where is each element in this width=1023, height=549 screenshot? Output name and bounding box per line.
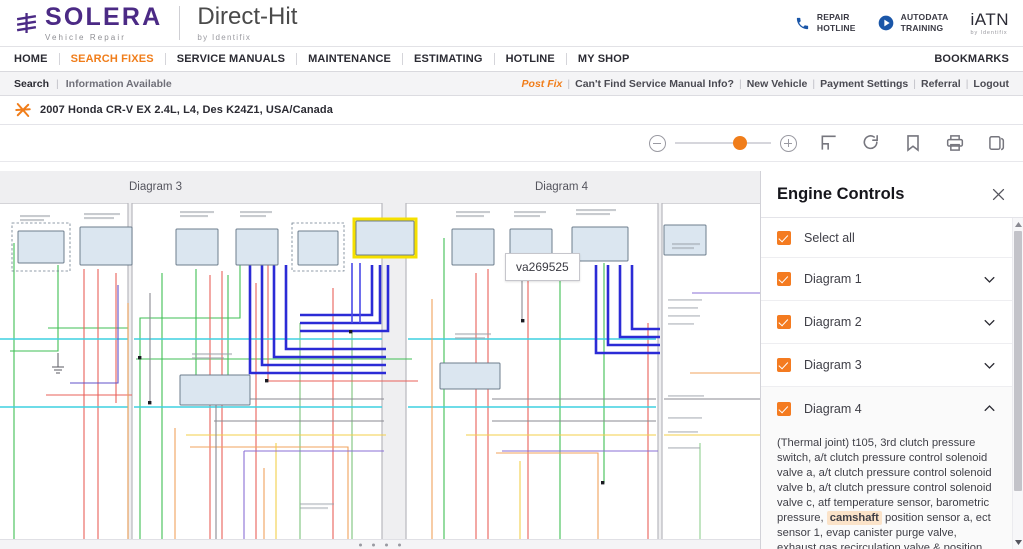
diagram-viewer[interactable]: Diagram 3 Diagram 4 (0, 171, 760, 549)
diagram-4-title: Diagram 4 (535, 181, 588, 193)
scroll-up-arrow[interactable] (1013, 218, 1023, 231)
solera-mark-icon (14, 10, 40, 36)
cant-find-service-manual-link[interactable]: Can't Find Service Manual Info? (575, 78, 734, 90)
chevron-up-icon[interactable] (983, 402, 996, 415)
sub-navigation: Search | Information Available Post Fix … (0, 72, 1023, 96)
panel-scrollbar[interactable] (1012, 218, 1023, 549)
autodata-training-button[interactable]: AUTODATATRAINING (878, 12, 949, 34)
logout-link[interactable]: Logout (973, 78, 1009, 90)
phone-icon (795, 16, 810, 31)
diagram-3-row[interactable]: Diagram 3 (761, 344, 1012, 387)
payment-settings-link[interactable]: Payment Settings (820, 78, 908, 90)
diagram-canvas[interactable] (0, 203, 760, 539)
select-all-row[interactable]: Select all (761, 218, 1012, 258)
nav-item-estimating[interactable]: ESTIMATING (403, 53, 495, 65)
diagram-4-label: Diagram 4 (804, 402, 983, 416)
caret-up-icon (1015, 222, 1022, 227)
nav-item-home[interactable]: HOME (14, 53, 60, 65)
sub-nav-left: Search | Information Available (14, 78, 172, 90)
copy-layers-icon[interactable] (987, 133, 1007, 153)
nav-item-service-manuals[interactable]: SERVICE MANUALS (166, 53, 297, 65)
play-circle-icon (878, 15, 894, 31)
nav-item-maintenance[interactable]: MAINTENANCE (297, 53, 403, 65)
panel-title: Engine Controls (777, 185, 990, 204)
zoom-in-icon[interactable] (780, 135, 797, 152)
chevron-down-icon[interactable] (983, 359, 996, 372)
diagram-1-checkbox[interactable] (777, 272, 791, 286)
diagram-4-description: (Thermal joint) t105, 3rd clutch pressur… (761, 430, 1012, 549)
chevron-down-icon[interactable] (983, 316, 996, 329)
iatn-name: iATN (970, 11, 1009, 28)
diagram-3-checkbox[interactable] (777, 358, 791, 372)
repair-hotline-label: REPAIRHOTLINE (817, 12, 856, 34)
select-all-label: Select all (804, 231, 996, 245)
zoom-control (649, 135, 797, 152)
wiring-diagram-svg (0, 203, 760, 539)
diagram-3-title: Diagram 3 (129, 181, 182, 193)
description-part-1: (Thermal joint) t105, 3rd clutch pressur… (777, 437, 992, 524)
diagram-title-bar: Diagram 3 Diagram 4 (0, 171, 760, 203)
main-content: Diagram 3 Diagram 4 (0, 171, 1023, 549)
diagram-1-row[interactable]: Diagram 1 (761, 258, 1012, 301)
product-tagline: by Identifix (197, 33, 297, 42)
diagram-2-checkbox[interactable] (777, 315, 791, 329)
fit-to-screen-icon[interactable] (819, 133, 839, 153)
engine-controls-panel: Engine Controls Select all Diagram 1 (760, 171, 1023, 549)
product-logo[interactable]: Direct-Hit by Identifix (197, 5, 297, 42)
rotate-icon[interactable] (861, 133, 881, 153)
product-name: Direct-Hit (197, 5, 297, 29)
search-breadcrumb[interactable]: Search (14, 78, 49, 90)
print-icon[interactable] (945, 133, 965, 153)
bookmark-icon[interactable] (903, 133, 923, 153)
main-nav-list: HOME SEARCH FIXES SERVICE MANUALS MAINTE… (14, 53, 640, 65)
nav-item-hotline[interactable]: HOTLINE (495, 53, 567, 65)
brand-tagline: Vehicle Repair (45, 33, 162, 42)
referral-link[interactable]: Referral (921, 78, 961, 90)
panel-scrollbar-thumb[interactable] (1014, 231, 1022, 491)
header-divider (179, 6, 180, 40)
post-fix-link[interactable]: Post Fix (522, 78, 563, 90)
scroll-down-arrow[interactable] (1013, 536, 1023, 549)
zoom-slider[interactable] (675, 142, 771, 144)
close-icon[interactable] (990, 186, 1007, 203)
vehicle-description: 2007 Honda CR-V EX 2.4L, L4, Des K24Z1, … (40, 104, 333, 116)
nav-item-my-shop[interactable]: MY SHOP (567, 53, 641, 65)
header-actions: REPAIRHOTLINE AUTODATATRAINING iATN by I… (795, 0, 1009, 46)
horizontal-scrollbar[interactable] (0, 539, 760, 549)
viewer-toolbar (0, 125, 1023, 162)
nav-item-search-fixes[interactable]: SEARCH FIXES (60, 53, 166, 65)
diagram-4-row[interactable]: Diagram 4 (761, 387, 1012, 430)
diagram-1-label: Diagram 1 (804, 272, 983, 286)
toolbar-buttons (819, 133, 1007, 153)
diagram-3-label: Diagram 3 (804, 358, 983, 372)
bookmarks-link[interactable]: BOOKMARKS (934, 53, 1009, 65)
diagram-2-label: Diagram 2 (804, 315, 983, 329)
new-vehicle-link[interactable]: New Vehicle (747, 78, 808, 90)
diagram-4-checkbox[interactable] (777, 402, 791, 416)
breadcrumb-separator: | (56, 78, 59, 90)
description-highlight: camshaft (827, 511, 882, 525)
app-header: SOLERA Vehicle Repair Direct-Hit by Iden… (0, 0, 1023, 46)
iatn-logo[interactable]: iATN by Identifix (970, 11, 1009, 36)
vehicle-info-row: 2007 Honda CR-V EX 2.4L, L4, Des K24Z1, … (0, 96, 1023, 125)
zoom-slider-thumb[interactable] (733, 136, 747, 150)
vehicle-x-icon (14, 101, 32, 119)
main-navigation: HOME SEARCH FIXES SERVICE MANUALS MAINTE… (0, 46, 1023, 72)
chevron-down-icon[interactable] (983, 273, 996, 286)
brand-logo[interactable]: SOLERA Vehicle Repair (14, 5, 162, 42)
select-all-checkbox[interactable] (777, 231, 791, 245)
caret-down-icon (1015, 540, 1022, 545)
panel-header: Engine Controls (761, 171, 1023, 218)
brand-name: SOLERA (45, 5, 162, 30)
diagram-2-row[interactable]: Diagram 2 (761, 301, 1012, 344)
panel-body[interactable]: Select all Diagram 1 Diagram 2 Diagram 3 (761, 218, 1023, 549)
repair-hotline-button[interactable]: REPAIRHOTLINE (795, 12, 856, 34)
horizontal-scrollbar-grip[interactable] (359, 543, 401, 546)
information-available-link[interactable]: Information Available (66, 78, 172, 90)
sub-nav-right: Post Fix | Can't Find Service Manual Inf… (522, 78, 1009, 90)
zoom-out-icon[interactable] (649, 135, 666, 152)
iatn-tagline: by Identifix (970, 30, 1007, 36)
diagram-tooltip: va269525 (505, 253, 580, 281)
autodata-training-label: AUTODATATRAINING (901, 12, 949, 34)
